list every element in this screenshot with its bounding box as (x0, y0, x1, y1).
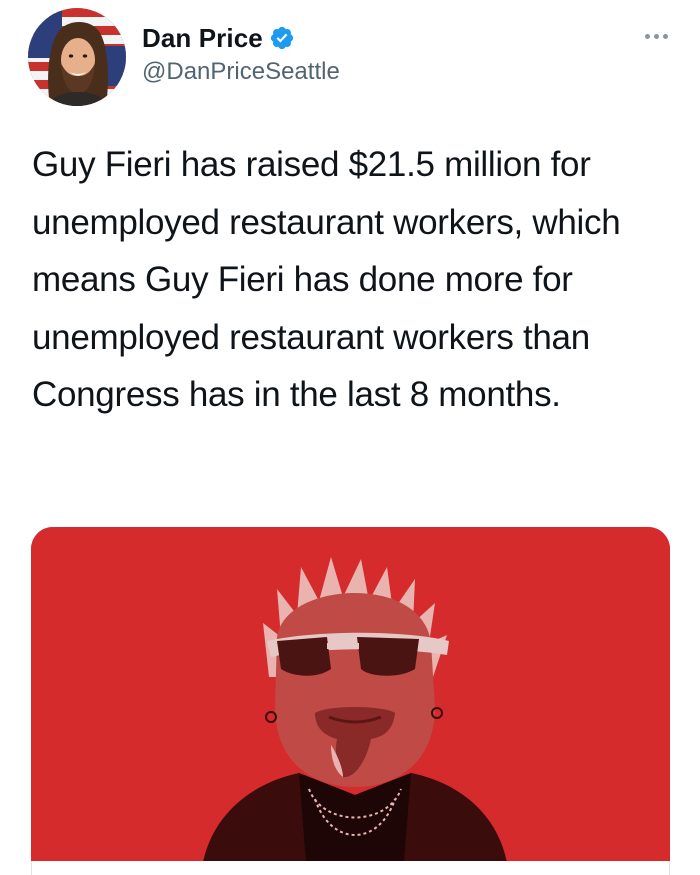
tweet-text: Guy Fieri has raised $21.5 million for u… (32, 145, 621, 415)
avatar[interactable] (28, 8, 126, 106)
author-name-row[interactable]: Dan Price (142, 20, 295, 56)
tweet-media-image[interactable] (31, 527, 670, 875)
more-options-icon-dot (644, 33, 650, 39)
guy-fieri-photo (31, 527, 670, 875)
more-options-button[interactable] (636, 24, 676, 48)
verified-badge-icon (269, 25, 295, 51)
more-options-icon-dot (662, 33, 668, 39)
more-options-icon-dot (653, 33, 659, 39)
tweet: Dan Price @DanPriceSeattle Guy Fieri has… (0, 0, 700, 875)
author-display-name[interactable]: Dan Price (142, 23, 263, 54)
avatar-image (28, 8, 126, 106)
author-handle[interactable]: @DanPriceSeattle (142, 58, 340, 86)
media-card-footer (31, 861, 670, 875)
